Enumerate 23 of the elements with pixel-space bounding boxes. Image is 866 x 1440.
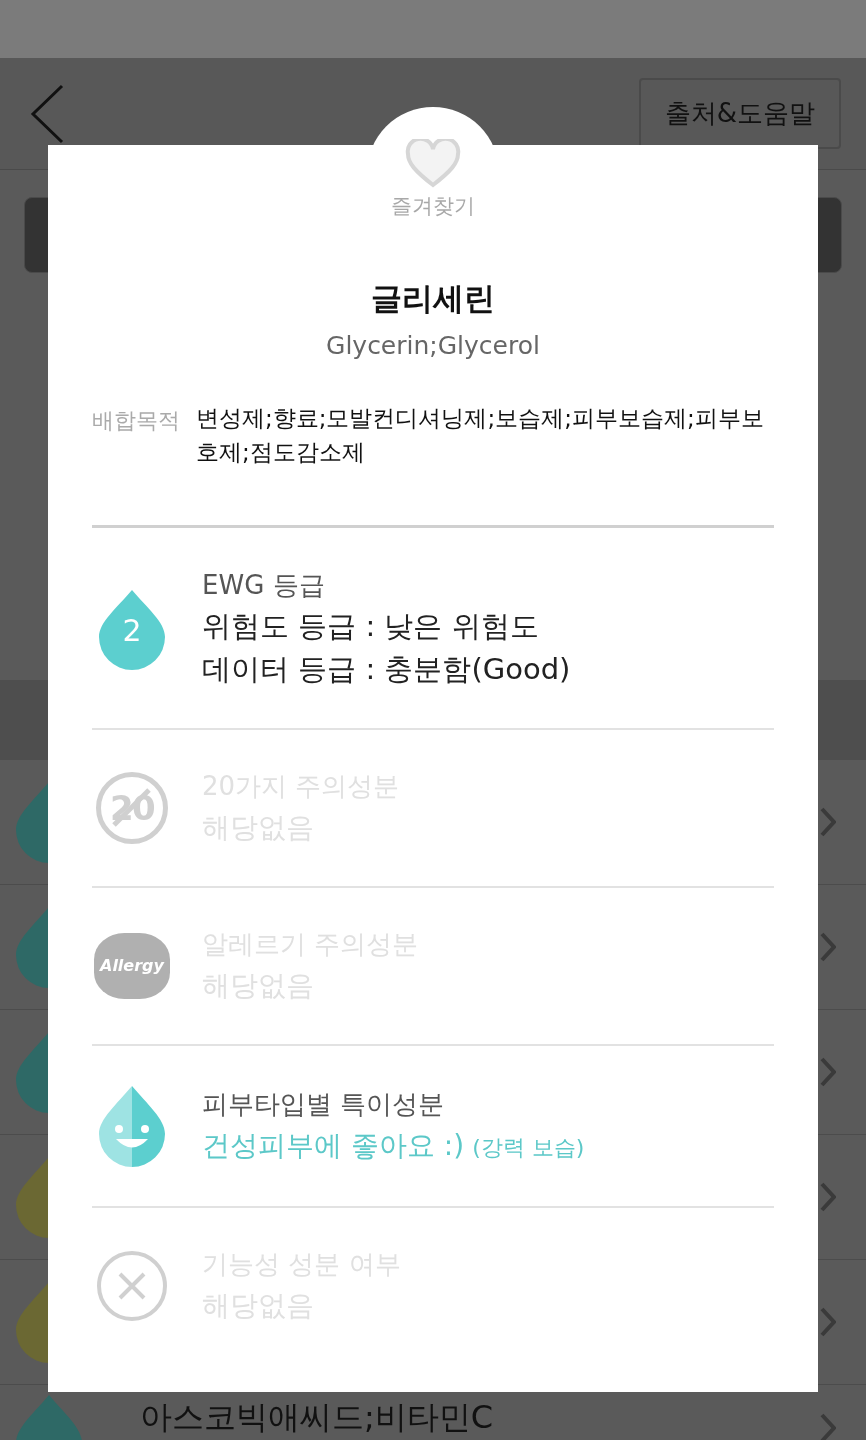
section-title: EWG 등급 — [202, 568, 326, 602]
grade-line: 데이터 등급 : 충분함(Good) — [202, 650, 571, 688]
chevron-right-icon — [820, 807, 836, 837]
ingredient-name: 아스코빅애씨드;비타민C — [140, 1397, 495, 1438]
ingredient-name: 글리세린 — [371, 278, 495, 318]
chevron-right-icon — [820, 1307, 836, 1337]
english-name: Glycerin;Glycerol — [326, 330, 540, 362]
back-icon[interactable] — [30, 83, 64, 144]
grade-number: 2 — [121, 615, 143, 646]
grade-line: 위험도 등급 : 낮은 위험도 — [202, 607, 540, 645]
section-value: 건성피부에 좋아요 :) — [202, 1127, 465, 1164]
allergy-cloud-icon: Allergy — [94, 932, 170, 999]
chevron-right-icon — [820, 1182, 836, 1212]
section-title: 피부타입별 특이성분 — [202, 1087, 446, 1121]
favorite-label: 즐겨찾기 — [391, 193, 475, 220]
purpose-label: 배합목적 — [92, 406, 180, 435]
chevron-right-icon — [820, 1057, 836, 1087]
purpose-value: 변성제;향료;모발컨디셔닝제;보습제;피부보습제;피부보호제;점도감소제 — [196, 403, 765, 467]
chevron-right-icon — [820, 932, 836, 962]
chevron-right-icon — [820, 1413, 836, 1440]
section-note: (강력 보습) — [472, 1133, 585, 1162]
heart-icon[interactable] — [405, 139, 461, 189]
close-circle-icon — [96, 1249, 168, 1322]
